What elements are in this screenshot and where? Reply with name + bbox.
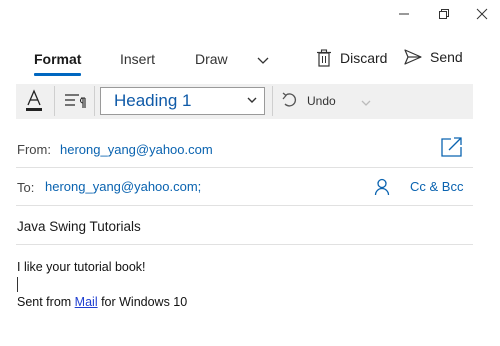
- paragraph-style-value: Heading 1: [114, 91, 192, 110]
- undo-icon: [282, 92, 297, 107]
- to-field[interactable]: herong_yang@yahoo.com;: [45, 179, 201, 194]
- chevron-down-icon: [361, 100, 371, 106]
- restore-button[interactable]: [426, 0, 462, 28]
- send-button[interactable]: Send: [404, 49, 463, 65]
- font-color-button[interactable]: [24, 89, 44, 118]
- from-account-selector[interactable]: herong_yang@yahoo.com: [60, 142, 213, 157]
- font-color-icon: [26, 89, 42, 111]
- undo-icon-button[interactable]: [281, 91, 299, 114]
- chevron-down-icon: [257, 57, 269, 64]
- close-icon: [476, 8, 488, 20]
- signature-prefix: Sent from: [17, 295, 75, 309]
- undo-history-dropdown[interactable]: [360, 96, 372, 114]
- person-icon: [374, 178, 390, 196]
- more-tabs-chevron[interactable]: [256, 53, 270, 71]
- paragraph-format-button[interactable]: [64, 92, 86, 115]
- pop-out-button[interactable]: [441, 137, 463, 162]
- minimize-icon: [399, 13, 409, 15]
- from-label: From:: [17, 142, 51, 157]
- cc-bcc-button[interactable]: Cc & Bcc: [410, 179, 463, 194]
- tab-format[interactable]: Format: [34, 51, 81, 67]
- send-label: Send: [430, 49, 463, 65]
- minimize-button[interactable]: [386, 0, 422, 28]
- discard-label: Discard: [340, 50, 388, 66]
- contacts-button[interactable]: [374, 178, 390, 201]
- close-button[interactable]: [464, 0, 500, 28]
- discard-button[interactable]: Discard: [316, 49, 387, 67]
- paragraph-style-dropdown[interactable]: Heading 1: [100, 87, 265, 115]
- toolbar-divider: [272, 86, 273, 116]
- signature-suffix: for Windows 10: [97, 295, 188, 309]
- send-icon: [404, 49, 422, 65]
- to-label: To:: [17, 180, 35, 195]
- signature-line: Sent from Mail for Windows 10: [17, 295, 187, 309]
- tab-draw[interactable]: Draw: [195, 51, 228, 67]
- pop-out-icon: [441, 137, 462, 157]
- toolbar-divider: [94, 86, 95, 116]
- trash-icon: [317, 49, 331, 67]
- active-tab-indicator: [34, 73, 81, 76]
- paragraph-icon: [65, 94, 86, 108]
- divider: [16, 205, 473, 206]
- mail-link[interactable]: Mail: [75, 295, 98, 309]
- divider: [16, 167, 473, 168]
- undo-button[interactable]: Undo: [307, 94, 336, 108]
- tab-insert[interactable]: Insert: [120, 51, 155, 67]
- body-line: I like your tutorial book!: [17, 260, 146, 274]
- toolbar-divider: [54, 86, 55, 116]
- divider: [16, 244, 473, 245]
- subject-field[interactable]: Java Swing Tutorials: [17, 219, 141, 234]
- restore-icon: [439, 9, 449, 19]
- chevron-down-icon: [247, 97, 257, 103]
- text-caret: [17, 277, 18, 292]
